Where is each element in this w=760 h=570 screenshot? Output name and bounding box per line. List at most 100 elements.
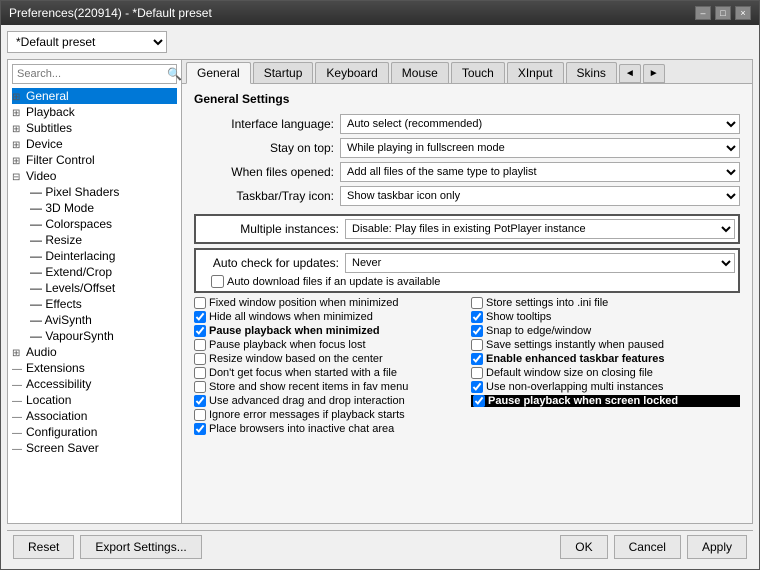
auto-check-label: Auto check for updates: bbox=[199, 256, 339, 270]
resize-center-label: Resize window based on the center bbox=[209, 353, 383, 365]
sidebar: 🔍 ⊞General ⊞Playback ⊞Subtitles ⊞Device … bbox=[7, 59, 182, 524]
tab-general[interactable]: General bbox=[186, 62, 251, 84]
sidebar-item-location[interactable]: —Location bbox=[12, 392, 177, 408]
sidebar-item-audio[interactable]: ⊞Audio bbox=[12, 344, 177, 360]
empty-cell-2 bbox=[471, 423, 740, 435]
panel-content: General Settings Interface language: Aut… bbox=[182, 84, 752, 523]
tab-scroll-left[interactable]: ◄ bbox=[619, 64, 641, 83]
cancel-button[interactable]: Cancel bbox=[614, 535, 681, 559]
ignore-errors-checkbox[interactable] bbox=[194, 409, 206, 421]
default-window-checkbox[interactable] bbox=[471, 367, 483, 379]
show-tooltips-checkbox[interactable] bbox=[471, 311, 483, 323]
sidebar-item-extensions[interactable]: —Extensions bbox=[12, 360, 177, 376]
non-overlapping-checkbox[interactable] bbox=[471, 381, 483, 393]
tray-icon-select[interactable]: Show taskbar icon only bbox=[340, 186, 740, 206]
tab-xinput[interactable]: XInput bbox=[507, 62, 564, 83]
fixed-window-checkbox[interactable] bbox=[194, 297, 206, 309]
expander-icon: ⊟ bbox=[12, 172, 26, 183]
top-bar: *Default preset bbox=[7, 31, 753, 53]
search-icon: 🔍 bbox=[163, 65, 182, 83]
main-area: 🔍 ⊞General ⊞Playback ⊞Subtitles ⊞Device … bbox=[7, 59, 753, 524]
close-button[interactable]: × bbox=[735, 6, 751, 20]
sidebar-item-accessibility[interactable]: —Accessibility bbox=[12, 376, 177, 392]
preferences-window: Preferences(220914) - *Default preset – … bbox=[0, 0, 760, 570]
multiple-instances-row: Multiple instances: Disable: Play files … bbox=[199, 219, 735, 239]
language-label: Interface language: bbox=[194, 117, 334, 131]
minimize-button[interactable]: – bbox=[695, 6, 711, 20]
files-opened-select[interactable]: Add all files of the same type to playli… bbox=[340, 162, 740, 182]
sidebar-item-colorspaces[interactable]: — Colorspaces bbox=[26, 216, 177, 232]
expander-icon: — bbox=[12, 396, 26, 407]
sidebar-item-avisynth[interactable]: — AviSynth bbox=[26, 312, 177, 328]
default-window-label: Default window size on closing file bbox=[486, 367, 653, 379]
sidebar-item-screen-saver[interactable]: —Screen Saver bbox=[12, 440, 177, 456]
apply-button[interactable]: Apply bbox=[687, 535, 747, 559]
save-settings-checkbox[interactable] bbox=[471, 339, 483, 351]
place-browsers-checkbox[interactable] bbox=[194, 423, 206, 435]
store-settings-label: Store settings into .ini file bbox=[486, 297, 608, 309]
sidebar-item-general[interactable]: ⊞General bbox=[12, 88, 177, 104]
settings-grid: Interface language: Auto select (recomme… bbox=[194, 114, 740, 206]
checkbox-pause-minimized: Pause playback when minimized bbox=[194, 325, 463, 337]
checkbox-resize-center: Resize window based on the center bbox=[194, 353, 463, 365]
store-settings-checkbox[interactable] bbox=[471, 297, 483, 309]
snap-edge-checkbox[interactable] bbox=[471, 325, 483, 337]
sidebar-item-playback[interactable]: ⊞Playback bbox=[12, 104, 177, 120]
enhanced-taskbar-checkbox[interactable] bbox=[471, 353, 483, 365]
sidebar-item-effects[interactable]: — Effects bbox=[26, 296, 177, 312]
snap-edge-label: Snap to edge/window bbox=[486, 325, 591, 337]
language-select[interactable]: Auto select (recommended) bbox=[340, 114, 740, 134]
tab-keyboard[interactable]: Keyboard bbox=[315, 62, 388, 83]
no-focus-checkbox[interactable] bbox=[194, 367, 206, 379]
sidebar-item-subtitles[interactable]: ⊞Subtitles bbox=[12, 120, 177, 136]
expander-icon: — bbox=[12, 444, 26, 455]
sidebar-item-vapoursynth[interactable]: — VapourSynth bbox=[26, 328, 177, 344]
auto-check-select[interactable]: Never bbox=[345, 253, 735, 273]
expander-icon: ⊞ bbox=[12, 140, 26, 151]
search-input[interactable] bbox=[13, 66, 163, 82]
advanced-drag-checkbox[interactable] bbox=[194, 395, 206, 407]
sidebar-item-levels-offset[interactable]: — Levels/Offset bbox=[26, 280, 177, 296]
sidebar-item-deinterlacing[interactable]: — Deinterlacing bbox=[26, 248, 177, 264]
sidebar-item-filter-control[interactable]: ⊞Filter Control bbox=[12, 152, 177, 168]
sidebar-item-device[interactable]: ⊞Device bbox=[12, 136, 177, 152]
hide-windows-checkbox[interactable] bbox=[194, 311, 206, 323]
checkbox-show-tooltips: Show tooltips bbox=[471, 311, 740, 323]
checkbox-hide-windows: Hide all windows when minimized bbox=[194, 311, 463, 323]
video-children: — Pixel Shaders — 3D Mode — Colorspaces … bbox=[12, 184, 177, 344]
tab-touch[interactable]: Touch bbox=[451, 62, 505, 83]
export-button[interactable]: Export Settings... bbox=[80, 535, 201, 559]
tab-skins[interactable]: Skins bbox=[566, 62, 617, 83]
tab-mouse[interactable]: Mouse bbox=[391, 62, 449, 83]
checkbox-no-focus: Don't get focus when started with a file bbox=[194, 367, 463, 379]
multiple-instances-select[interactable]: Disable: Play files in existing PotPlaye… bbox=[345, 219, 735, 239]
auto-download-label: Auto download files if an update is avai… bbox=[227, 276, 440, 288]
pause-screen-locked-checkbox[interactable] bbox=[473, 395, 485, 407]
sidebar-item-association[interactable]: —Association bbox=[12, 408, 177, 424]
preset-dropdown[interactable]: *Default preset bbox=[7, 31, 167, 53]
reset-button[interactable]: Reset bbox=[13, 535, 74, 559]
stayontop-select[interactable]: While playing in fullscreen mode bbox=[340, 138, 740, 158]
tab-scroll-right[interactable]: ► bbox=[643, 64, 665, 83]
hide-windows-label: Hide all windows when minimized bbox=[209, 311, 373, 323]
sidebar-item-configuration[interactable]: —Configuration bbox=[12, 424, 177, 440]
sidebar-item-resize[interactable]: — Resize bbox=[26, 232, 177, 248]
sidebar-item-3d-mode[interactable]: — 3D Mode bbox=[26, 200, 177, 216]
tray-icon-label: Taskbar/Tray icon: bbox=[194, 189, 334, 203]
resize-center-checkbox[interactable] bbox=[194, 353, 206, 365]
setting-row-language: Interface language: Auto select (recomme… bbox=[194, 114, 740, 134]
sidebar-item-pixel-shaders[interactable]: — Pixel Shaders bbox=[26, 184, 177, 200]
expander-icon: ⊞ bbox=[12, 108, 26, 119]
pause-minimized-checkbox[interactable] bbox=[194, 325, 206, 337]
auto-download-checkbox[interactable] bbox=[211, 275, 224, 288]
bottom-bar: Reset Export Settings... OK Cancel Apply bbox=[7, 530, 753, 563]
pause-focus-checkbox[interactable] bbox=[194, 339, 206, 351]
recent-fav-checkbox[interactable] bbox=[194, 381, 206, 393]
show-tooltips-label: Show tooltips bbox=[486, 311, 551, 323]
tab-startup[interactable]: Startup bbox=[253, 62, 314, 83]
maximize-button[interactable]: □ bbox=[715, 6, 731, 20]
ok-button[interactable]: OK bbox=[560, 535, 607, 559]
advanced-drag-label: Use advanced drag and drop interaction bbox=[209, 395, 405, 407]
sidebar-item-video[interactable]: ⊟Video bbox=[12, 168, 177, 184]
sidebar-item-extend-crop[interactable]: — Extend/Crop bbox=[26, 264, 177, 280]
